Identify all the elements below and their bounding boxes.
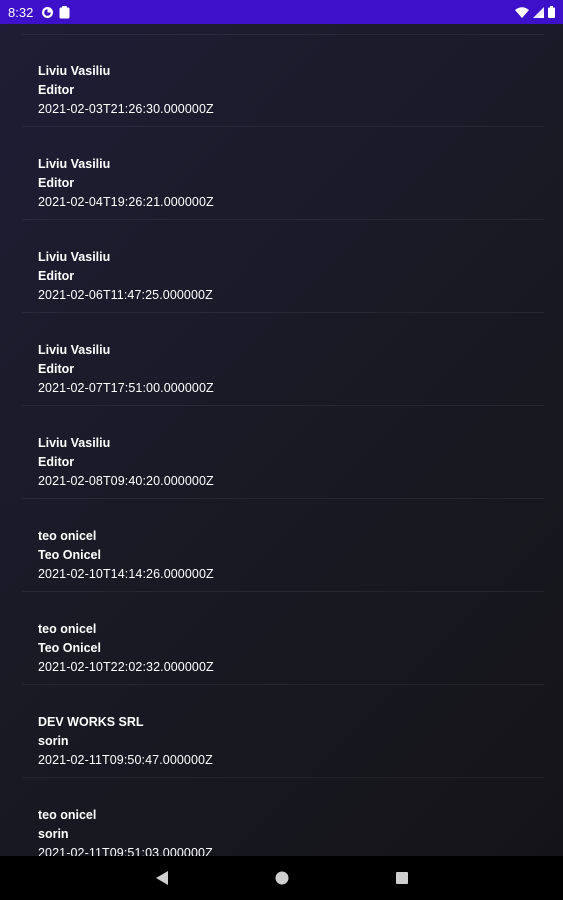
status-time: 8:32 <box>8 4 34 20</box>
recents-icon <box>396 872 408 884</box>
list-item[interactable]: teo onicel Teo Onicel 2021-02-10T14:14:2… <box>22 499 544 592</box>
entry-timestamp: 2021-02-11T09:51:03.000000Z <box>38 846 213 856</box>
entry-timestamp: 2021-02-10T14:14:26.000000Z <box>38 567 214 581</box>
back-icon <box>156 871 168 885</box>
entry-name: Liviu Vasiliu <box>38 343 111 357</box>
list-item[interactable]: Liviu Vasiliu Editor 2021-02-04T19:26:21… <box>22 127 544 220</box>
entry-role: Editor <box>38 269 75 283</box>
battery-icon <box>548 6 555 18</box>
list-item[interactable]: Liviu Vasiliu Editor 2021-02-03T21:26:30… <box>22 34 544 127</box>
list-item[interactable]: DEV WORKS SRL sorin 2021-02-11T09:50:47.… <box>22 685 544 778</box>
settings-gear-icon <box>41 6 54 19</box>
wifi-icon <box>515 6 529 18</box>
entry-name: Liviu Vasiliu <box>38 64 111 78</box>
home-icon <box>275 871 289 885</box>
entry-role: sorin <box>38 827 69 841</box>
entry-name: teo onicel <box>38 529 97 543</box>
entry-role: Editor <box>38 362 75 376</box>
list-item[interactable]: teo onicel Teo Onicel 2021-02-10T22:02:3… <box>22 592 544 685</box>
entry-role: Teo Onicel <box>38 548 101 562</box>
entry-timestamp: 2021-02-10T22:02:32.000000Z <box>38 660 214 674</box>
entry-timestamp: 2021-02-11T09:50:47.000000Z <box>38 753 213 767</box>
entry-role: sorin <box>38 734 69 748</box>
list-item[interactable]: Liviu Vasiliu Editor 2021-02-07T17:51:00… <box>22 313 544 406</box>
entry-role: Editor <box>38 83 75 97</box>
entry-name: Liviu Vasiliu <box>38 436 111 450</box>
entry-role: Teo Onicel <box>38 641 101 655</box>
list-item[interactable]: teo onicel sorin 2021-02-11T09:51:03.000… <box>22 778 544 856</box>
clipboard-icon <box>59 5 70 19</box>
signal-icon <box>533 6 544 18</box>
list-item[interactable]: Liviu Vasiliu Editor 2021-02-06T11:47:25… <box>22 220 544 313</box>
status-right-icons <box>515 6 555 18</box>
entry-timestamp: 2021-02-08T09:40:20.000000Z <box>38 474 214 488</box>
entry-timestamp: 2021-02-04T19:26:21.000000Z <box>38 195 214 209</box>
entry-role: Editor <box>38 176 75 190</box>
entry-name: teo onicel <box>38 622 97 636</box>
entry-timestamp: 2021-02-06T11:47:25.000000Z <box>38 288 213 302</box>
entry-name: teo onicel <box>38 808 97 822</box>
back-button[interactable] <box>152 869 172 887</box>
entry-timestamp: 2021-02-07T17:51:00.000000Z <box>38 381 214 395</box>
entry-timestamp: 2021-02-03T21:26:30.000000Z <box>38 102 214 116</box>
entries-list[interactable]: Liviu Vasiliu Editor 2021-02-03T21:26:30… <box>0 24 563 856</box>
entry-name: Liviu Vasiliu <box>38 157 111 171</box>
status-left-icons <box>41 5 70 19</box>
entry-role: Editor <box>38 455 75 469</box>
recents-button[interactable] <box>392 869 412 887</box>
status-bar: 8:32 <box>0 0 563 24</box>
list-item[interactable]: Liviu Vasiliu Editor 2021-02-08T09:40:20… <box>22 406 544 499</box>
entry-name: Liviu Vasiliu <box>38 250 111 264</box>
navigation-bar <box>0 856 563 900</box>
home-button[interactable] <box>272 869 292 887</box>
entry-name: DEV WORKS SRL <box>38 715 144 729</box>
